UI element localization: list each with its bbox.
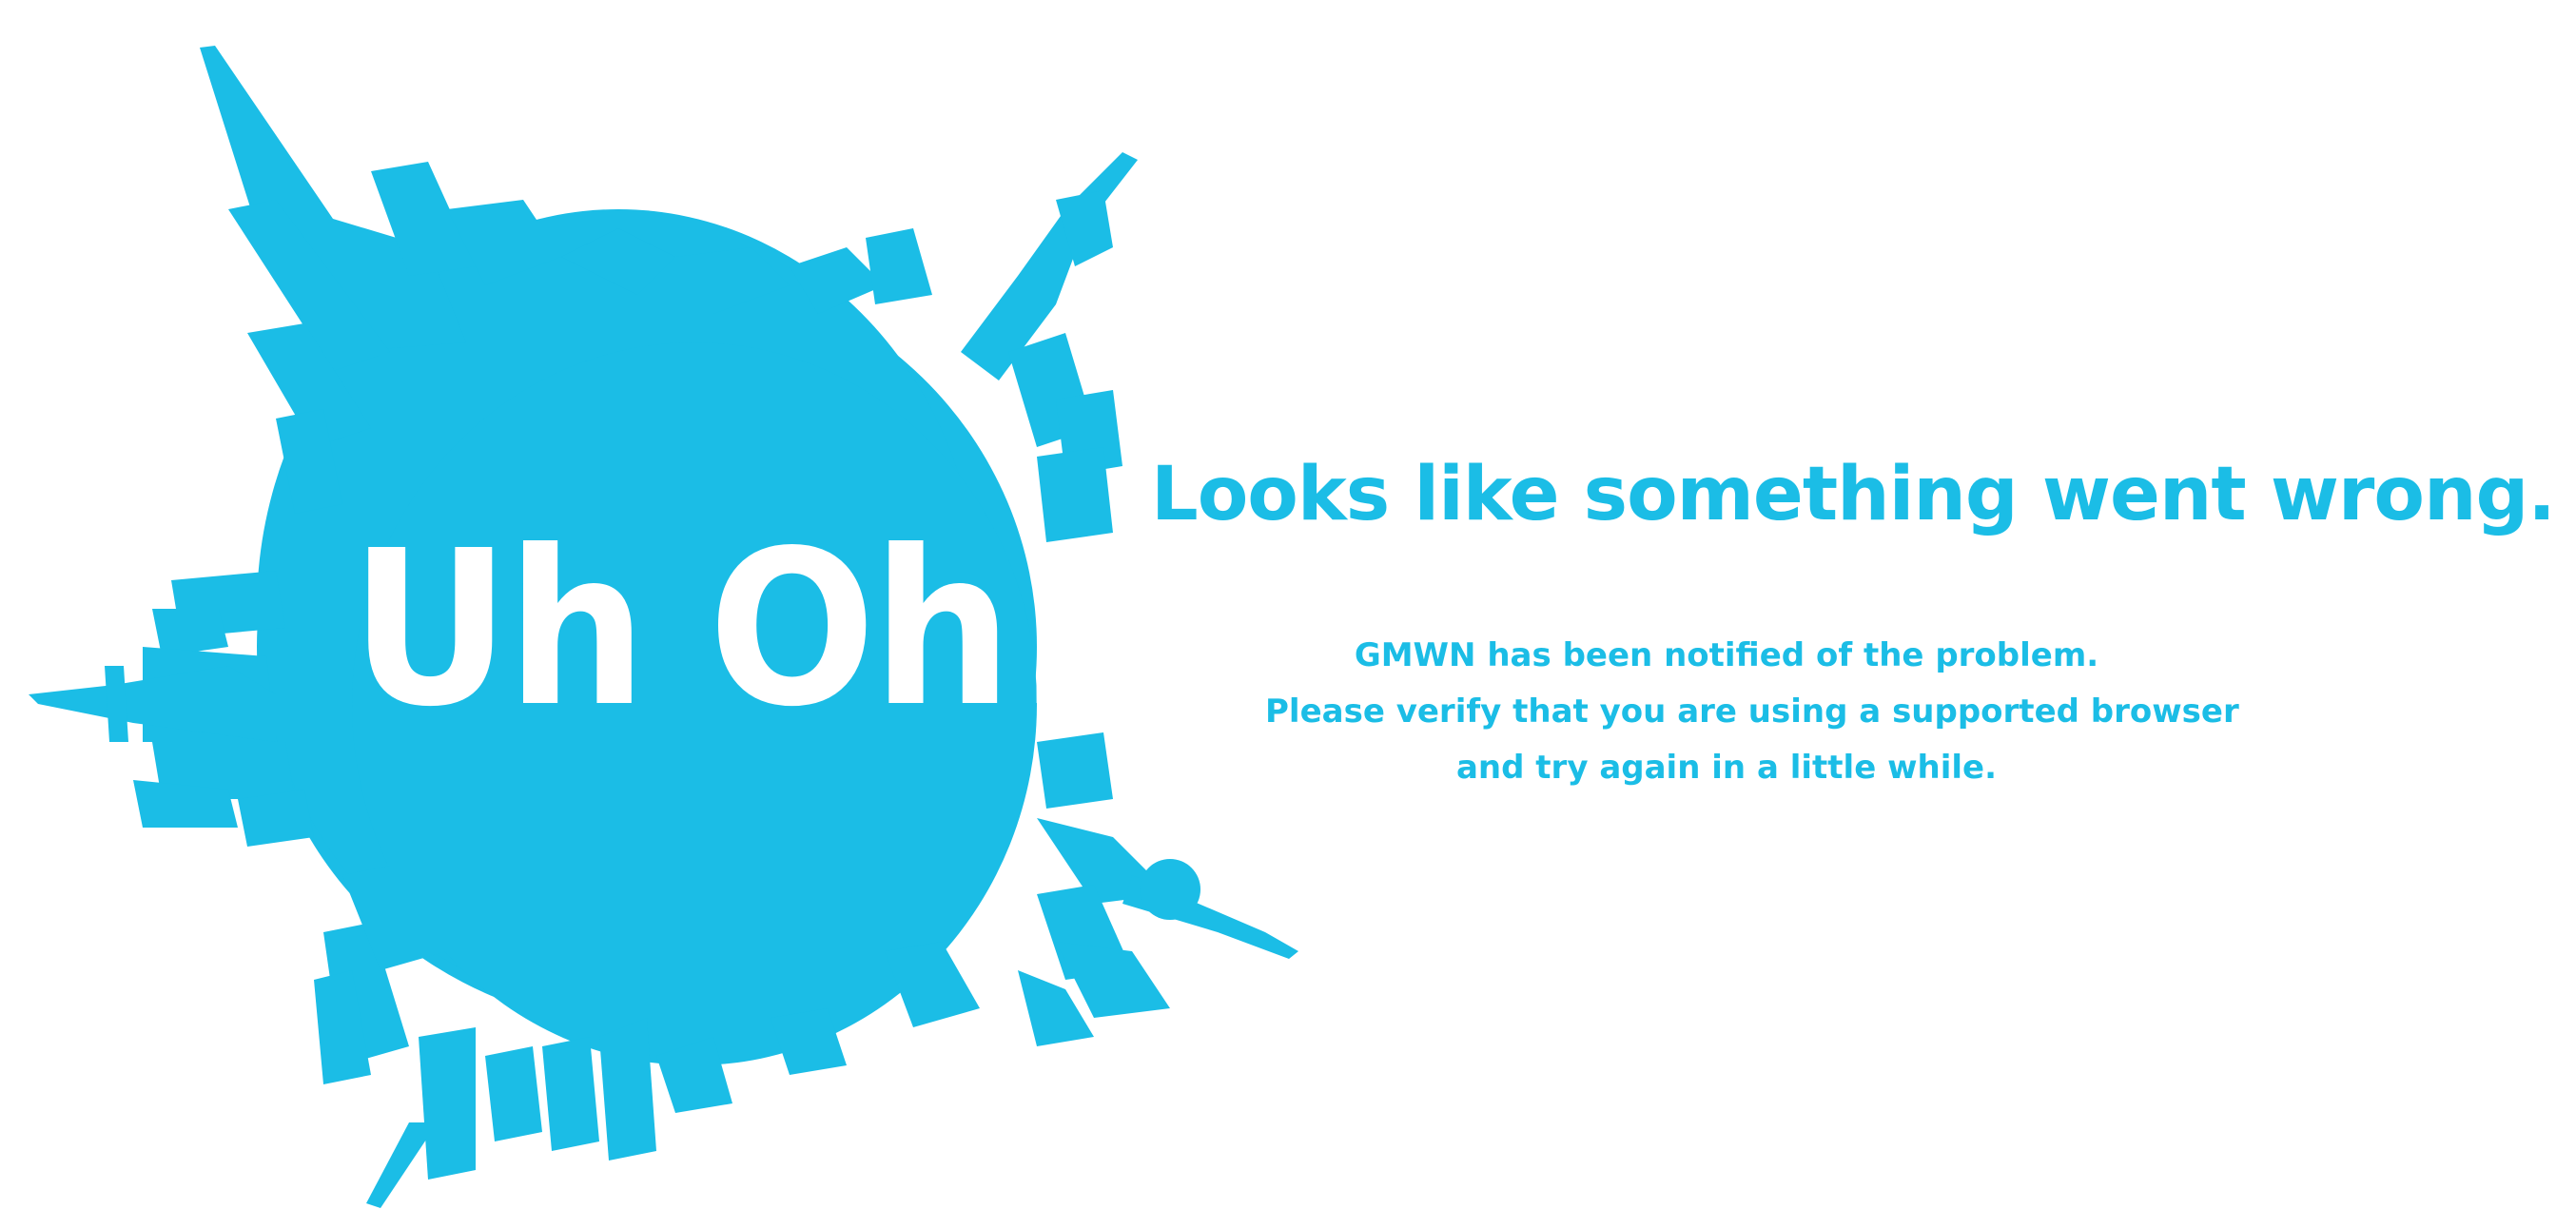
uh-oh-title: Uh Oh! [350, 505, 1099, 754]
error-headline: Looks like something went wrong. [1151, 452, 2556, 537]
error-message-line-browser: Please verify that you are using a suppo… [1265, 693, 2239, 731]
error-message-line-notified: GMWN has been notified of the problem. [1354, 636, 2099, 674]
error-message-line-retry: and try again in a little while. [1455, 749, 1997, 787]
error-message: GMWN has been notified of the problem. P… [1265, 628, 2239, 796]
error-splat-illustration: Uh Oh! [29, 38, 1313, 1227]
